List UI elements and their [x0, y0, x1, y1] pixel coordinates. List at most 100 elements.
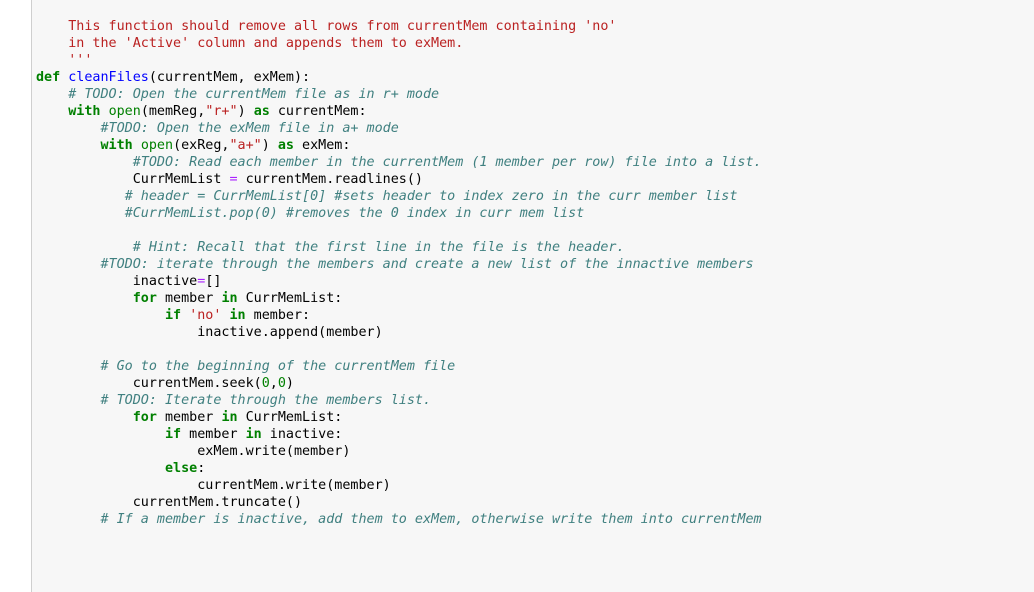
- code-token: ''': [68, 53, 93, 68]
- code-token: inactive:: [261, 427, 343, 442]
- code-line[interactable]: # Hint: Recall that the first line in th…: [36, 239, 762, 256]
- code-token: "a+": [229, 138, 262, 153]
- code-token: (currentMem, exMem):: [148, 70, 311, 85]
- code-line[interactable]: # header = CurrMemList[0] #sets header t…: [36, 188, 762, 205]
- code-token: in: [245, 427, 262, 442]
- code-line[interactable]: ''': [36, 52, 762, 69]
- code-line[interactable]: exMem.write(member): [36, 443, 762, 460]
- code-token: # TODO: Open the currentMem file as in r…: [68, 87, 440, 102]
- code-token: currentMem.truncate(): [36, 495, 303, 510]
- code-line[interactable]: with open(exReg,"a+") as exMem:: [36, 137, 762, 154]
- code-token: ): [261, 138, 278, 153]
- code-token: ): [237, 104, 254, 119]
- code-token: # TODO: Iterate through the members list…: [100, 393, 432, 408]
- code-token: for: [132, 291, 157, 306]
- code-line[interactable]: This function should remove all rows fro…: [36, 18, 762, 35]
- code-token: []: [205, 274, 222, 289]
- code-line[interactable]: currentMem.seek(0,0): [36, 375, 762, 392]
- code-token: CurrMemList:: [237, 410, 343, 425]
- code-token: open: [140, 138, 174, 153]
- code-line[interactable]: currentMem.write(member): [36, 477, 762, 494]
- code-line[interactable]: # Go to the beginning of the currentMem …: [36, 358, 762, 375]
- code-token: # header = CurrMemList[0] #sets header t…: [124, 189, 738, 204]
- code-token: else: [165, 461, 198, 476]
- code-line[interactable]: [36, 222, 762, 239]
- code-line[interactable]: if 'no' in member:: [36, 307, 762, 324]
- code-token: #CurrMemList.pop(0) #removes the 0 index…: [124, 206, 585, 221]
- code-line[interactable]: #TODO: Read each member in the currentMe…: [36, 154, 762, 171]
- code-token: inactive: [36, 274, 198, 289]
- code-token: # Hint: Recall that the first line in th…: [132, 240, 625, 255]
- code-token: as: [277, 138, 294, 153]
- code-token: def: [36, 70, 61, 85]
- code-token: exMem.write(member): [36, 444, 351, 459]
- code-token: CurrMemList:: [237, 291, 343, 306]
- code-token: member: [181, 427, 246, 442]
- code-line[interactable]: #TODO: Open the exMem file in a+ mode: [36, 120, 762, 137]
- code-token: currentMem.readlines(): [237, 172, 423, 187]
- code-line[interactable]: CurrMemList = currentMem.readlines(): [36, 171, 762, 188]
- code-token: if: [165, 308, 182, 323]
- code-line[interactable]: if member in inactive:: [36, 426, 762, 443]
- code-token: (memReg,: [140, 104, 206, 119]
- code-token: member: [156, 291, 222, 306]
- code-line[interactable]: [36, 341, 762, 358]
- code-token: (exReg,: [173, 138, 230, 153]
- code-token: as: [253, 104, 270, 119]
- code-token: 0: [277, 376, 286, 391]
- code-token: =: [229, 172, 238, 187]
- code-line[interactable]: else:: [36, 460, 762, 477]
- code-token: This function should remove all rows fro…: [68, 19, 617, 34]
- code-token: in: [221, 410, 238, 425]
- code-line[interactable]: def cleanFiles(currentMem, exMem):: [36, 69, 762, 86]
- code-token: #TODO: iterate through the members and c…: [100, 257, 754, 272]
- code-token: if: [165, 427, 182, 442]
- code-token: in: [221, 291, 238, 306]
- code-token: #TODO: Open the exMem file in a+ mode: [100, 121, 399, 136]
- code-line[interactable]: in the 'Active' column and appends them …: [36, 35, 762, 52]
- code-line[interactable]: for member in CurrMemList:: [36, 290, 762, 307]
- code-line[interactable]: # If a member is inactive, add them to e…: [36, 511, 762, 528]
- code-token: open: [108, 104, 141, 119]
- code-token: exMem:: [294, 138, 351, 153]
- code-token: :: [197, 461, 206, 476]
- code-line[interactable]: currentMem.truncate(): [36, 494, 762, 511]
- code-line[interactable]: for member in CurrMemList:: [36, 409, 762, 426]
- code-token: currentMem.seek(: [36, 376, 262, 391]
- code-token: member: [156, 410, 222, 425]
- code-token: with: [68, 104, 101, 119]
- code-line[interactable]: with open(memReg,"r+") as currentMem:: [36, 103, 762, 120]
- code-token: in: [229, 308, 246, 323]
- code-token: # Go to the beginning of the currentMem …: [100, 359, 456, 374]
- code-line[interactable]: # TODO: Iterate through the members list…: [36, 392, 762, 409]
- code-line[interactable]: #CurrMemList.pop(0) #removes the 0 index…: [36, 205, 762, 222]
- code-line[interactable]: # TODO: Open the currentMem file as in r…: [36, 86, 762, 103]
- code-line[interactable]: #TODO: iterate through the members and c…: [36, 256, 762, 273]
- code-token: in the 'Active' column and appends them …: [68, 36, 464, 51]
- code-token: # If a member is inactive, add them to e…: [100, 512, 762, 527]
- code-editor[interactable]: This function should remove all rows fro…: [36, 18, 762, 528]
- code-token: "r+": [205, 104, 238, 119]
- code-line[interactable]: inactive.append(member): [36, 324, 762, 341]
- code-line[interactable]: inactive=[]: [36, 273, 762, 290]
